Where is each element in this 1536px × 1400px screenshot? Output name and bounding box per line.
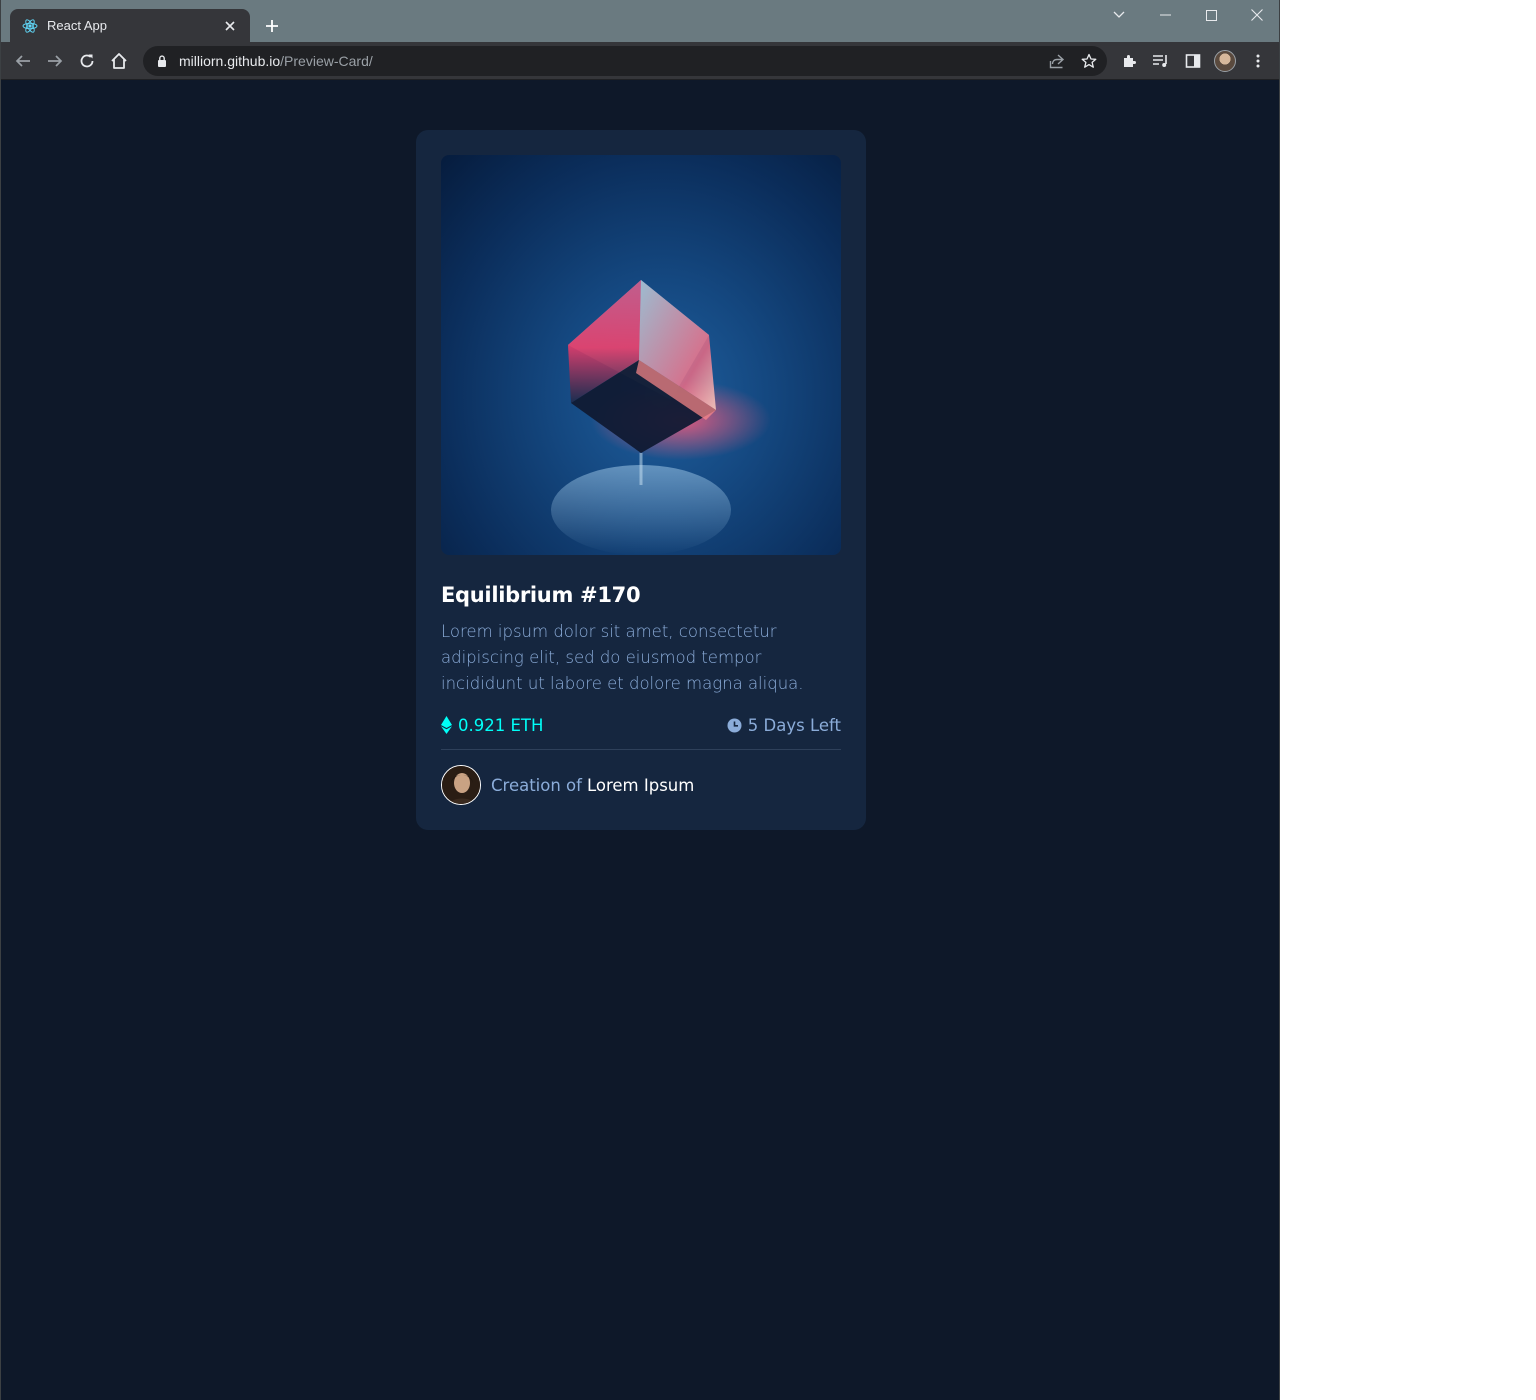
media-control-button[interactable] — [1147, 47, 1175, 75]
card-stats: 0.921 ETH 5 Days Left — [441, 713, 841, 737]
clock-icon — [727, 718, 742, 732]
more-vertical-icon — [1256, 54, 1260, 68]
bookmark-star-icon[interactable] — [1076, 48, 1102, 74]
minimize-icon — [1159, 14, 1171, 16]
page-viewport: Equilibrium #170 Lorem ipsum dolor sit a… — [1, 80, 1279, 1400]
extensions-button[interactable] — [1115, 47, 1143, 75]
ethereum-icon — [441, 716, 452, 734]
card-title[interactable]: Equilibrium #170 — [441, 583, 841, 607]
card-description: Lorem ipsum dolor sit amet, consectetur … — [441, 622, 804, 693]
share-icon[interactable] — [1044, 48, 1070, 74]
lock-icon[interactable] — [155, 54, 169, 68]
tab-title: React App — [47, 18, 107, 33]
chevron-down-icon — [1113, 11, 1125, 18]
side-panel-icon — [1185, 54, 1201, 68]
maximize-icon — [1205, 9, 1217, 21]
price-stat: 0.921 ETH — [441, 716, 543, 735]
address-bar[interactable]: milliorn.github.io/Preview-Card/ — [143, 46, 1107, 76]
tab-strip: React App — [1, 0, 1279, 42]
minimize-button[interactable] — [1142, 0, 1188, 30]
home-button[interactable] — [105, 47, 133, 75]
arrow-right-icon — [48, 55, 63, 67]
creator-prefix: Creation of — [491, 775, 582, 795]
close-icon — [1251, 9, 1263, 21]
url-host: milliorn.github.io — [179, 53, 281, 69]
creator-avatar — [441, 765, 481, 805]
arrow-left-icon — [15, 55, 30, 67]
url-text: milliorn.github.io/Preview-Card/ — [179, 53, 373, 69]
url-path: /Preview-Card/ — [280, 53, 373, 69]
home-icon — [111, 53, 127, 69]
browser-menu-button[interactable] — [1244, 47, 1272, 75]
back-button[interactable] — [9, 47, 37, 75]
nft-preview-card: Equilibrium #170 Lorem ipsum dolor sit a… — [416, 130, 866, 830]
tab-search-button[interactable] — [1096, 0, 1142, 30]
side-panel-button[interactable] — [1179, 47, 1207, 75]
browser-tab[interactable]: React App — [10, 9, 250, 42]
crystal-cube-image[interactable] — [441, 155, 841, 555]
playlist-icon — [1153, 55, 1167, 67]
close-tab-icon[interactable] — [222, 18, 238, 34]
maximize-button[interactable] — [1188, 0, 1234, 30]
browser-toolbar: milliorn.github.io/Preview-Card/ — [1, 42, 1279, 80]
forward-button[interactable] — [41, 47, 69, 75]
time-left-value: 5 Days Left — [747, 715, 841, 735]
card-divider — [441, 749, 841, 750]
browser-window: React App milliorn.github.io/Preview-Car… — [0, 0, 1280, 1400]
close-window-button[interactable] — [1234, 0, 1280, 30]
reload-button[interactable] — [73, 47, 101, 75]
puzzle-icon — [1124, 55, 1136, 67]
profile-avatar — [1214, 50, 1236, 72]
react-logo-icon — [22, 18, 38, 34]
price-value: 0.921 ETH — [458, 715, 544, 735]
reload-icon — [80, 54, 94, 68]
creator-name-link[interactable]: Lorem Ipsum — [587, 776, 694, 795]
time-left-stat: 5 Days Left — [727, 716, 841, 735]
profile-button[interactable] — [1211, 47, 1239, 75]
new-tab-button[interactable] — [260, 14, 284, 38]
plus-icon — [266, 20, 278, 32]
creator-row: Creation of Lorem Ipsum — [441, 765, 841, 805]
